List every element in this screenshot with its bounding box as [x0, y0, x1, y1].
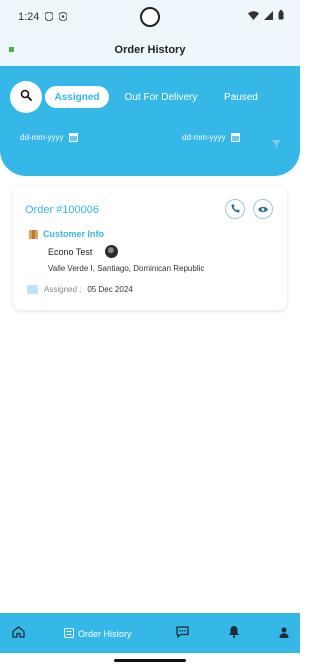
battery-icon	[278, 10, 284, 23]
nav-chat[interactable]	[176, 625, 189, 643]
calendar-icon	[230, 133, 240, 142]
start-date-field[interactable]: dd-mm-yyyy	[20, 133, 78, 142]
nav-notifications[interactable]	[228, 625, 240, 643]
home-icon	[12, 625, 25, 643]
end-date-placeholder: dd-mm-yyyy	[182, 133, 226, 142]
assigned-row: Assigned : 05 Dec 2024	[27, 285, 133, 294]
signal-icon	[264, 10, 273, 23]
tab-paused[interactable]: Paused	[216, 86, 266, 108]
home-indicator[interactable]	[114, 659, 186, 662]
nav-order-history[interactable]: Order History	[64, 625, 132, 643]
phone-icon	[231, 200, 240, 218]
order-card[interactable]: Order #100006 Customer Info Econo Test V…	[13, 186, 287, 310]
tab-out-for-delivery[interactable]: Out For Delivery	[118, 86, 204, 108]
order-history-icon	[64, 625, 74, 643]
app-bar: Order History	[0, 34, 300, 66]
shield-icon	[44, 10, 54, 23]
wifi-icon	[248, 10, 259, 23]
nav-order-history-label: Order History	[78, 629, 132, 639]
tab-assigned[interactable]: Assigned	[45, 86, 109, 108]
assigned-date: 05 Dec 2024	[87, 285, 133, 294]
assigned-label: Assigned :	[44, 285, 82, 294]
avatar	[105, 245, 118, 258]
customer-info-label: Customer Info	[43, 229, 105, 239]
calendar-icon	[68, 133, 78, 142]
eye-icon	[258, 200, 268, 218]
bottom-nav: Order History	[0, 613, 300, 653]
status-time: 1:24	[18, 11, 40, 23]
page-title: Order History	[114, 44, 186, 56]
nav-profile[interactable]	[279, 625, 289, 643]
search-icon	[20, 88, 32, 106]
customer-name: Econo Test	[48, 247, 93, 257]
search-button[interactable]	[10, 81, 42, 113]
camera-cutout	[140, 7, 160, 27]
vpn-icon	[58, 10, 68, 23]
customer-info-header: Customer Info	[29, 229, 104, 239]
order-number: Order #100006	[25, 204, 99, 216]
view-button[interactable]	[253, 199, 273, 219]
status-icons-right	[248, 10, 284, 23]
end-date-field[interactable]: dd-mm-yyyy	[182, 133, 240, 142]
nav-home[interactable]	[12, 625, 25, 643]
profile-icon	[279, 625, 289, 643]
app-logo-icon	[9, 46, 31, 53]
chat-icon	[176, 625, 189, 643]
package-icon	[29, 229, 38, 239]
customer-address: Valle Verde I, Santiago, Dominican Repub…	[48, 264, 205, 273]
bell-icon	[228, 625, 240, 643]
calendar-icon	[27, 285, 38, 294]
start-date-placeholder: dd-mm-yyyy	[20, 133, 64, 142]
filter-icon[interactable]	[272, 135, 281, 153]
header-panel: Assigned Out For Delivery Paused dd-mm-y…	[0, 66, 300, 176]
call-button[interactable]	[225, 199, 245, 219]
